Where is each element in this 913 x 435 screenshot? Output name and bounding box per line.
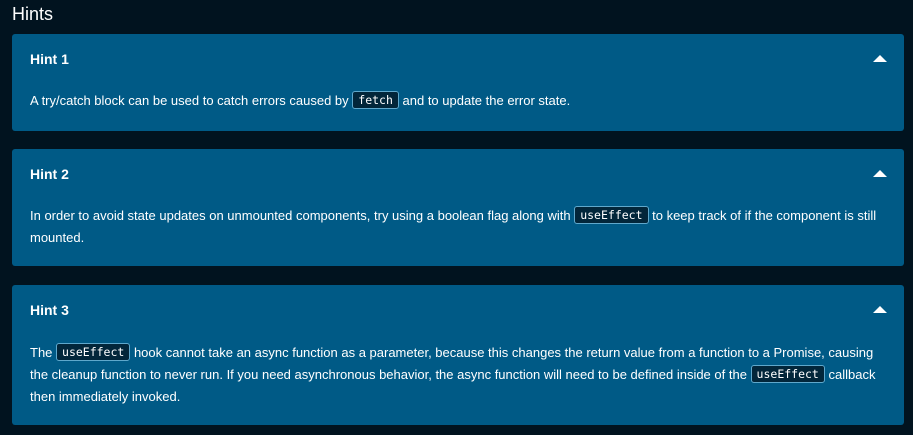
hint-1-text-1: A try/catch block can be used to catch e… [30,93,353,108]
hint-3-header[interactable]: Hint 3 [30,301,69,319]
hint-2-code-useeffect: useEffect [574,206,649,224]
hint-panel-1: Hint 1 A try/catch block can be used to … [12,34,904,131]
hint-1-code-fetch: fetch [352,91,399,109]
hint-panel-3: Hint 3 The useEffect hook cannot take an… [12,285,904,425]
hint-1-body: A try/catch block can be used to catch e… [30,90,886,112]
hint-3-code-useeffect-1: useEffect [56,343,131,361]
hint-2-body: In order to avoid state updates on unmou… [30,205,886,249]
caret-up-icon[interactable] [873,170,887,177]
hint-1-text-2: and to update the error state. [398,93,571,108]
hint-3-text-1: The [30,345,57,360]
hint-1-header[interactable]: Hint 1 [30,50,69,68]
hint-3-body: The useEffect hook cannot take an async … [30,342,886,408]
caret-up-icon[interactable] [873,306,887,313]
hint-3-code-useeffect-2: useEffect [750,365,825,383]
hints-section: Hints Hint 1 A try/catch block can be us… [0,0,913,435]
hint-panel-2: Hint 2 In order to avoid state updates o… [12,149,904,266]
caret-up-icon[interactable] [873,55,887,62]
hint-3-text-2: hook cannot take an async function as a … [30,345,874,382]
hints-title: Hints [12,4,54,24]
hint-2-header[interactable]: Hint 2 [30,165,69,183]
hint-2-text-1: In order to avoid state updates on unmou… [30,208,575,223]
